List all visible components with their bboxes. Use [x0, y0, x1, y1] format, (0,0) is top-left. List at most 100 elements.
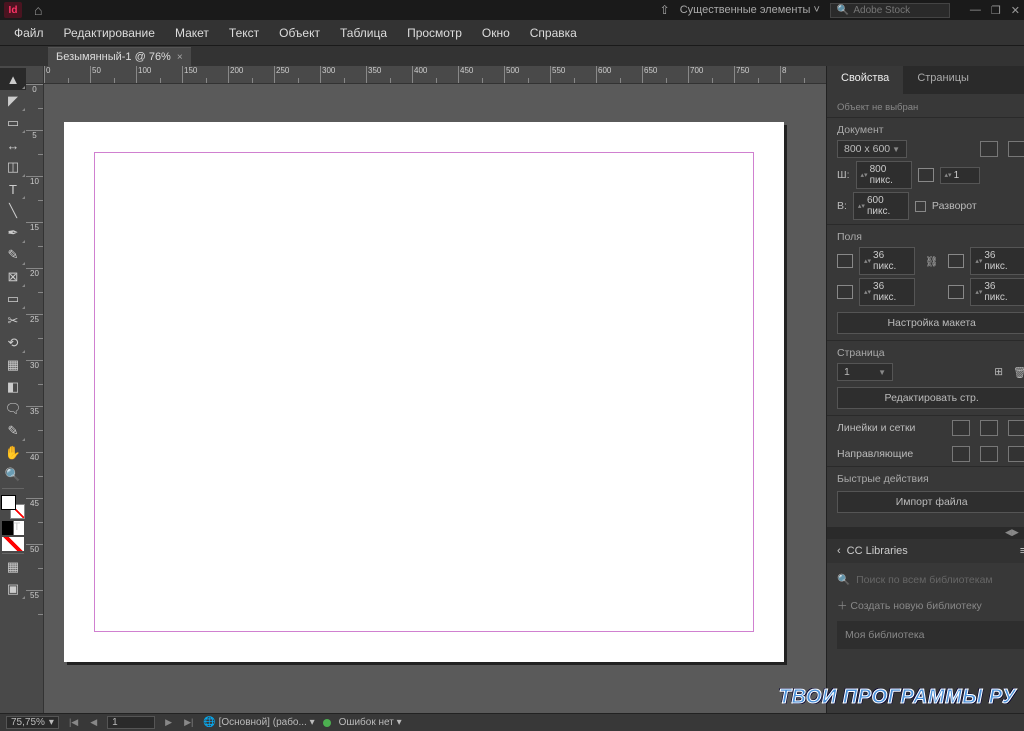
view-mode-preview[interactable]: ▣ [0, 578, 26, 600]
panel-collapse-icon[interactable]: ◀▶ [1005, 527, 1019, 539]
content-collector-tool[interactable]: ◫ [0, 156, 26, 178]
menu-file[interactable]: Файл [4, 22, 54, 44]
height-input[interactable]: ▴▾600 пикс. [853, 192, 909, 220]
guides-label: Направляющие [837, 448, 913, 460]
pen-tool[interactable]: ✒ [0, 222, 26, 244]
rectangle-tool[interactable]: ▭ [0, 288, 26, 310]
margin-top-input[interactable]: ▴▾36 пикс. [859, 247, 915, 275]
close-button[interactable]: ✕ [1011, 4, 1020, 17]
page-tool[interactable]: ▭ [0, 112, 26, 134]
page-nav-input[interactable]: 1 [107, 716, 155, 729]
fill-stroke-swatch[interactable] [1, 495, 25, 519]
cc-libraries-header[interactable]: ‹ CC Libraries≡ [827, 539, 1024, 563]
baseline-grid-icon[interactable] [980, 420, 998, 436]
maximize-button[interactable]: ❐ [991, 4, 1001, 17]
margin-left-icon [948, 254, 964, 268]
line-tool[interactable]: ╲ [0, 200, 26, 222]
apply-none[interactable] [2, 537, 24, 551]
gradient-swatch-tool[interactable]: ▦ [0, 354, 26, 376]
orientation-portrait-icon[interactable] [980, 141, 998, 157]
direct-selection-tool[interactable]: ◤ [0, 90, 26, 112]
link-margins-icon[interactable]: ⛓ [925, 255, 938, 268]
type-tool[interactable]: T [0, 178, 26, 200]
guides-icon-2[interactable] [980, 446, 998, 462]
ruler-vertical[interactable]: 05 1015 2025 3035 4045 5055 [26, 84, 44, 713]
hand-tool[interactable]: ✋ [0, 442, 26, 464]
free-transform-tool[interactable]: ⟲ [0, 332, 26, 354]
menu-bar: Файл Редактирование Макет Текст Объект Т… [0, 20, 1024, 46]
minimize-button[interactable]: — [970, 4, 981, 17]
import-file-button[interactable]: Импорт файла [837, 491, 1024, 513]
cc-new-library[interactable]: ＋ Создать новую библиотеку [837, 598, 1024, 613]
pencil-tool[interactable]: ✎ [0, 244, 26, 266]
rulers-grids-label: Линейки и сетки [837, 422, 915, 434]
document-grid-icon[interactable] [1008, 420, 1024, 436]
ruler-origin[interactable] [26, 66, 44, 84]
rectangle-frame-tool[interactable]: ⊠ [0, 266, 26, 288]
scissors-tool[interactable]: ✂ [0, 310, 26, 332]
width-label: Ш: [837, 169, 850, 181]
margin-left-input[interactable]: ▴▾36 пикс. [970, 247, 1024, 275]
home-icon[interactable]: ⌂ [34, 2, 42, 18]
margin-right-icon [948, 285, 964, 299]
viewport[interactable] [44, 84, 826, 713]
guides-icon-3[interactable] [1008, 446, 1024, 462]
new-page-icon[interactable]: ⊞ [994, 366, 1003, 379]
selection-tool[interactable]: ▲ [0, 68, 26, 90]
page-number-selector[interactable]: 1▼ [837, 363, 893, 381]
margins-section-label: Поля [837, 231, 1024, 243]
margin-right-input[interactable]: ▴▾36 пикс. [970, 278, 1024, 306]
tab-properties[interactable]: Свойства [827, 66, 903, 94]
preset-selector[interactable]: 800 x 600▼ [837, 140, 907, 158]
gap-tool[interactable]: ↔ [0, 134, 26, 156]
zoom-selector[interactable]: 75,75% ▾ [6, 716, 59, 729]
orientation-landscape-icon[interactable] [1008, 141, 1024, 157]
nav-last-icon[interactable]: ▶| [182, 717, 195, 728]
delete-page-icon[interactable]: 🗑 [1013, 366, 1024, 379]
menu-window[interactable]: Окно [472, 22, 520, 44]
tab-pages[interactable]: Страницы [903, 66, 983, 94]
format-container-text[interactable]: T [2, 521, 24, 535]
preflight-label[interactable]: Ошибок нет ▾ [339, 717, 402, 728]
margin-bottom-icon [837, 285, 853, 299]
quick-actions-label: Быстрые действия [837, 473, 1024, 485]
width-input[interactable]: ▴▾800 пикс. [856, 161, 912, 189]
menu-table[interactable]: Таблица [330, 22, 397, 44]
menu-view[interactable]: Просмотр [397, 22, 472, 44]
menu-type[interactable]: Текст [219, 22, 269, 44]
tab-title: Безымянный-1 @ 76% [56, 51, 171, 63]
layout-settings-button[interactable]: Настройка макета [837, 312, 1024, 334]
tab-close-icon[interactable]: × [177, 52, 183, 63]
cc-search-input[interactable]: 🔍 Поиск по всем библиотекам [837, 573, 1024, 586]
menu-help[interactable]: Справка [520, 22, 587, 44]
margin-guide [94, 152, 754, 632]
share-icon[interactable]: ⇧ [660, 3, 670, 17]
margin-bottom-input[interactable]: ▴▾36 пикс. [859, 278, 915, 306]
note-tool[interactable]: 🗨 [0, 398, 26, 420]
ruler-icon[interactable] [952, 420, 970, 436]
gradient-feather-tool[interactable]: ◧ [0, 376, 26, 398]
edit-page-button[interactable]: Редактировать стр. [837, 387, 1024, 409]
guides-icon-1[interactable] [952, 446, 970, 462]
nav-next-icon[interactable]: ▶ [163, 717, 174, 728]
menu-layout[interactable]: Макет [165, 22, 219, 44]
status-bar: 75,75% ▾ |◀ ◀ 1 ▶ ▶| 🌐 [Основной] (рабо.… [0, 713, 1024, 731]
pages-input[interactable]: ▴▾1 [940, 167, 980, 184]
menu-edit[interactable]: Редактирование [54, 22, 165, 44]
document-tab[interactable]: Безымянный-1 @ 76% × [48, 47, 191, 66]
stock-search-input[interactable]: 🔍 Adobe Stock [830, 3, 950, 18]
ruler-horizontal[interactable]: 050 100150 200250 300350 400450 500550 6… [44, 66, 826, 84]
eyedropper-tool[interactable]: ✎ [0, 420, 26, 442]
facing-pages-checkbox[interactable] [915, 201, 926, 212]
view-mode-normal[interactable]: ▦ [0, 556, 26, 578]
cc-library-item[interactable]: Моя библиотека [837, 621, 1024, 649]
nav-first-icon[interactable]: |◀ [67, 717, 80, 728]
toolbox: ▲ ◤ ▭ ↔ ◫ T ╲ ✒ ✎ ⊠ ▭ ✂ ⟲ ▦ ◧ 🗨 ✎ ✋ 🔍 T … [0, 66, 26, 713]
master-page-indicator[interactable]: 🌐 [Основной] (рабо... ▾ [203, 717, 314, 728]
zoom-tool[interactable]: 🔍 [0, 464, 26, 486]
height-label: В: [837, 200, 847, 212]
nav-prev-icon[interactable]: ◀ [88, 717, 99, 728]
menu-object[interactable]: Объект [269, 22, 330, 44]
page[interactable] [64, 122, 784, 662]
workspace-selector[interactable]: Существенные элементы ˅ [680, 4, 820, 16]
